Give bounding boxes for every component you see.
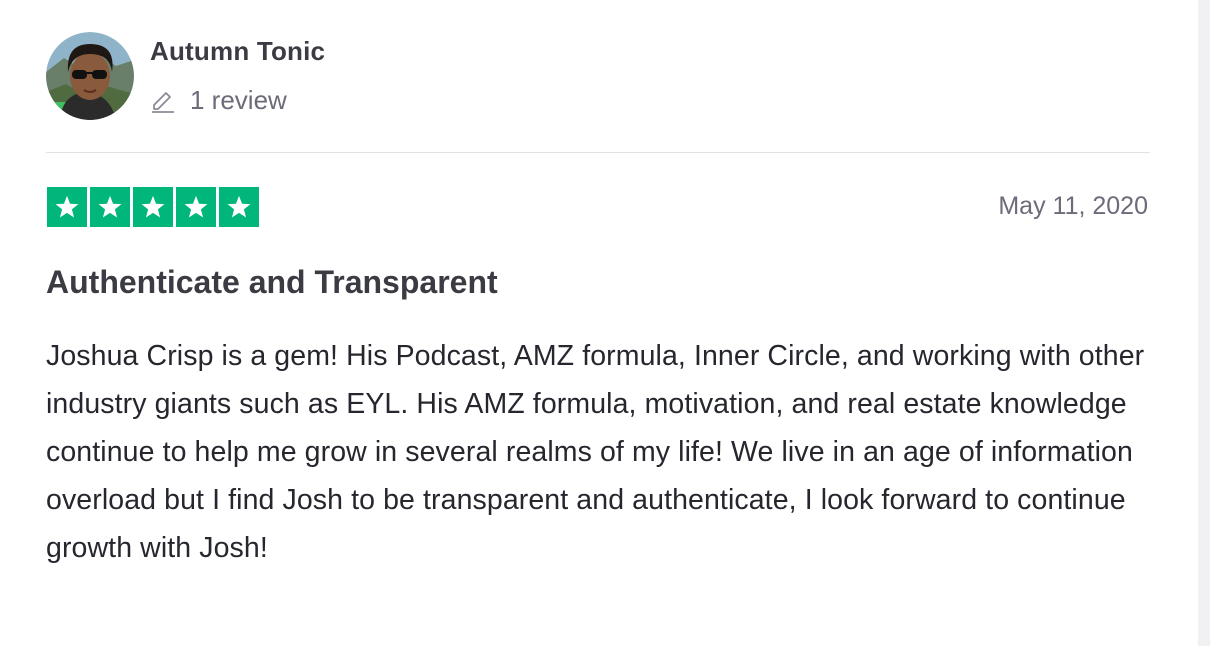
star-icon — [176, 187, 216, 227]
pencil-icon — [150, 87, 176, 113]
scrollbar[interactable] — [1198, 0, 1210, 646]
consumer-info: Autumn Tonic 1 review — [46, 32, 1150, 122]
review-count-label: 1 review — [190, 84, 287, 115]
star-icon — [133, 187, 173, 227]
avatar[interactable] — [46, 32, 134, 120]
review-body: Joshua Crisp is a gem! His Podcast, AMZ … — [46, 340, 1145, 564]
review-count: 1 review — [150, 84, 287, 116]
divider — [46, 152, 1150, 153]
consumer-name[interactable]: Autumn Tonic — [150, 36, 325, 67]
review-title[interactable]: Authenticate and Transparent — [46, 264, 498, 301]
review-date: May 11, 2020 — [998, 192, 1148, 220]
star-icon — [219, 187, 259, 227]
avatar-photo — [46, 32, 134, 120]
review-card: Autumn Tonic 1 review May 11, 2020 Authe… — [46, 0, 1150, 646]
star-rating — [47, 187, 259, 227]
star-icon — [90, 187, 130, 227]
star-icon — [47, 187, 87, 227]
